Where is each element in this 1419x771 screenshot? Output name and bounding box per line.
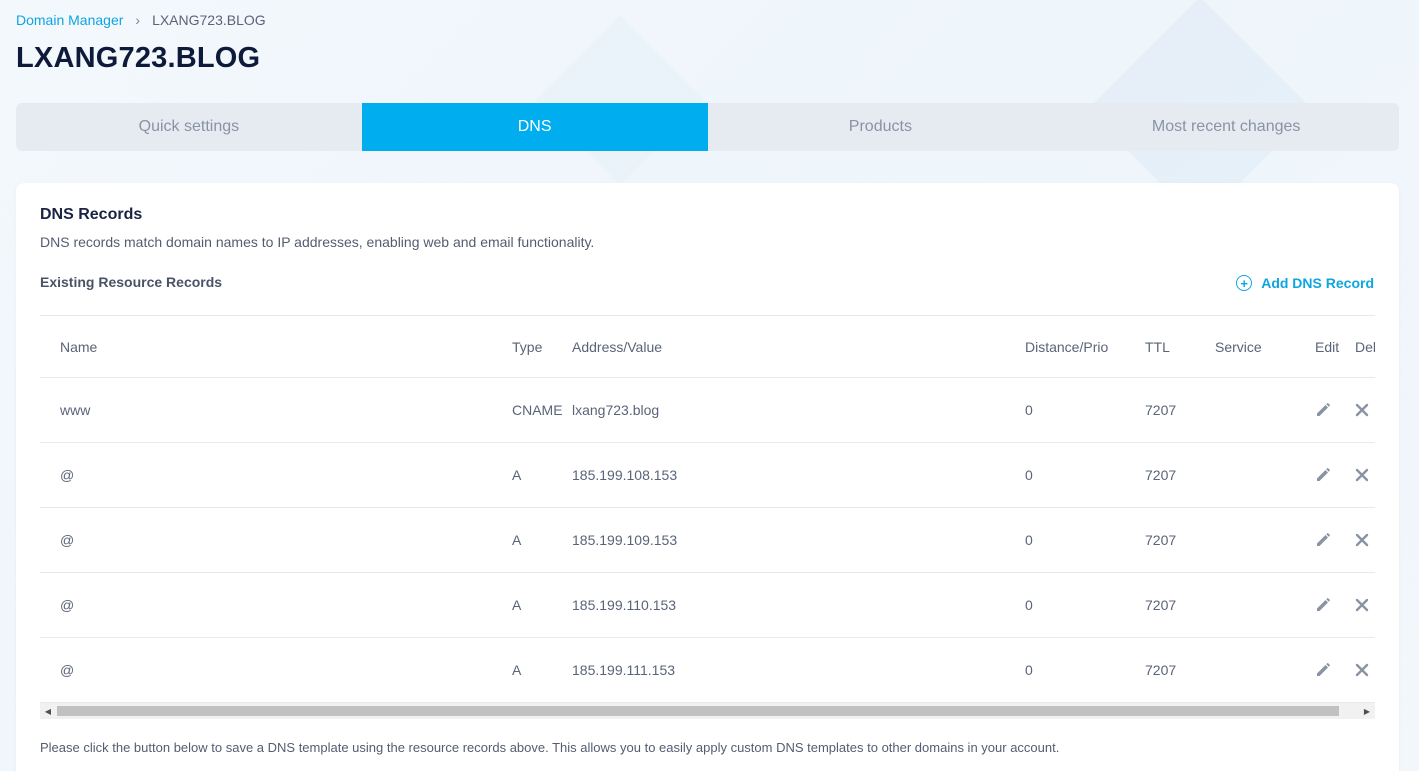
record-type: CNAME xyxy=(512,402,563,418)
record-name: @ xyxy=(60,597,75,613)
delete-record-button[interactable] xyxy=(1355,508,1369,572)
column-header-service: Service xyxy=(1215,338,1262,355)
record-ttl: 7207 xyxy=(1145,532,1177,548)
chevron-right-icon: › xyxy=(135,12,141,28)
card-description: DNS records match domain names to IP add… xyxy=(40,234,595,250)
edit-record-button[interactable] xyxy=(1315,443,1331,507)
pencil-icon xyxy=(1317,533,1330,546)
record-prio: 0 xyxy=(1025,532,1033,548)
horizontal-scrollbar[interactable]: ◀ ▶ xyxy=(40,703,1375,719)
breadcrumb-current: LXANG723.BLOG xyxy=(152,12,266,28)
column-header-type: Type xyxy=(512,338,543,355)
record-ttl: 7207 xyxy=(1145,662,1177,678)
pencil-icon xyxy=(1317,468,1330,481)
pencil-icon xyxy=(1317,403,1330,416)
delete-record-button[interactable] xyxy=(1355,638,1369,702)
column-header-delete: Del xyxy=(1355,338,1375,355)
existing-records-label: Existing Resource Records xyxy=(40,274,223,290)
record-name: www xyxy=(60,402,91,418)
edit-record-button[interactable] xyxy=(1315,573,1331,637)
close-icon xyxy=(1355,403,1369,417)
delete-record-button[interactable] xyxy=(1355,378,1369,442)
table-row: www CNAME lxang723.blog 0 7207 xyxy=(40,378,1375,443)
close-icon xyxy=(1355,663,1369,677)
record-address: 185.199.111.153 xyxy=(572,662,676,678)
record-prio: 0 xyxy=(1025,597,1033,613)
breadcrumb-domain-manager-link[interactable]: Domain Manager xyxy=(16,12,123,28)
record-type: A xyxy=(512,532,522,548)
column-header-ttl: TTL xyxy=(1145,338,1170,355)
tab-products[interactable]: Products xyxy=(708,103,1054,151)
record-name: @ xyxy=(60,467,75,483)
add-dns-record-label: Add DNS Record xyxy=(1261,275,1374,291)
breadcrumb: Domain Manager › LXANG723.BLOG xyxy=(16,12,266,28)
table-row: @ A 185.199.108.153 0 7207 xyxy=(40,443,1375,508)
template-note: Please click the button below to save a … xyxy=(40,740,1060,755)
add-dns-record-button[interactable]: + Add DNS Record xyxy=(1236,275,1374,291)
record-type: A xyxy=(512,662,522,678)
edit-record-button[interactable] xyxy=(1315,378,1331,442)
page-title: LXANG723.BLOG xyxy=(16,42,261,74)
card-title: DNS Records xyxy=(40,206,143,223)
table-row: @ A 185.199.109.153 0 7207 xyxy=(40,508,1375,573)
scrollbar-thumb[interactable] xyxy=(57,706,1339,716)
tab-most-recent-changes[interactable]: Most recent changes xyxy=(1053,103,1399,151)
delete-record-button[interactable] xyxy=(1355,443,1369,507)
tab-bar: Quick settings DNS Products Most recent … xyxy=(16,103,1399,151)
close-icon xyxy=(1355,468,1369,482)
column-header-address: Address/Value xyxy=(572,338,663,355)
table-row: @ A 185.199.110.153 0 7207 xyxy=(40,573,1375,638)
record-address: 185.199.110.153 xyxy=(572,597,677,613)
edit-record-button[interactable] xyxy=(1315,508,1331,572)
record-prio: 0 xyxy=(1025,662,1033,678)
dns-records-table: Name Type Address/Value Distance/Prio TT… xyxy=(40,315,1375,705)
table-header-row: Name Type Address/Value Distance/Prio TT… xyxy=(40,316,1375,378)
pencil-icon xyxy=(1317,663,1330,676)
plus-circle-icon: + xyxy=(1236,275,1253,291)
table-row: @ A 185.199.111.153 0 7207 xyxy=(40,638,1375,703)
record-ttl: 7207 xyxy=(1145,597,1177,613)
record-type: A xyxy=(512,597,522,613)
tab-dns[interactable]: DNS xyxy=(361,103,708,151)
record-address: lxang723.blog xyxy=(572,402,660,418)
record-ttl: 7207 xyxy=(1145,467,1177,483)
scroll-left-arrow-icon[interactable]: ◀ xyxy=(40,703,56,719)
close-icon xyxy=(1355,533,1369,547)
record-address: 185.199.109.153 xyxy=(572,532,678,548)
record-address: 185.199.108.153 xyxy=(572,467,678,483)
background-shape xyxy=(535,15,705,185)
delete-record-button[interactable] xyxy=(1355,573,1369,637)
record-name: @ xyxy=(60,532,75,548)
column-header-name: Name xyxy=(60,338,98,355)
tab-quick-settings[interactable]: Quick settings xyxy=(16,103,362,151)
record-type: A xyxy=(512,467,522,483)
scroll-right-arrow-icon[interactable]: ▶ xyxy=(1359,703,1375,719)
record-prio: 0 xyxy=(1025,402,1033,418)
column-header-edit: Edit xyxy=(1315,338,1340,355)
column-header-prio: Distance/Prio xyxy=(1025,338,1109,355)
record-prio: 0 xyxy=(1025,467,1033,483)
edit-record-button[interactable] xyxy=(1315,638,1331,702)
pencil-icon xyxy=(1317,598,1330,611)
record-name: @ xyxy=(60,662,75,678)
close-icon xyxy=(1355,598,1369,612)
record-ttl: 7207 xyxy=(1145,402,1177,418)
dns-records-card: DNS Records DNS records match domain nam… xyxy=(16,183,1399,771)
